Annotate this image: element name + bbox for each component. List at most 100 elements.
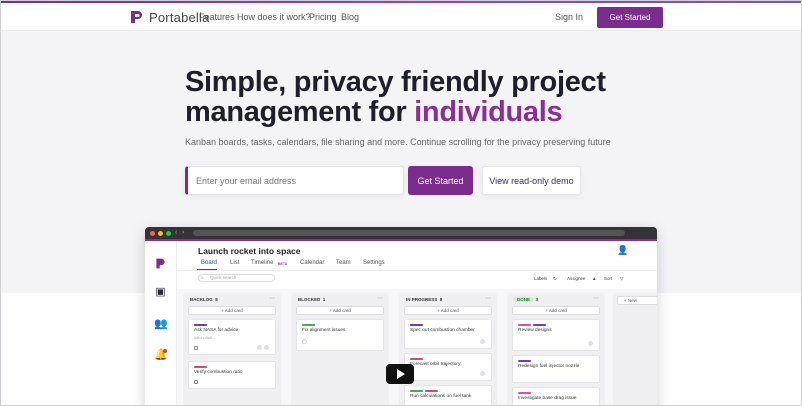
maximize-dot-icon (166, 231, 171, 236)
play-icon (397, 369, 405, 379)
avatar (587, 340, 594, 347)
tab-settings[interactable]: Settings (363, 260, 385, 266)
quick-search-input[interactable]: Quick search (198, 274, 275, 282)
column-header: IN PROGRESS 8 (406, 297, 443, 302)
hero-title-accent: individuals (414, 96, 563, 128)
card-title: Redesign fuel injector nozzle (518, 364, 580, 369)
filter-icon: ▽ (620, 276, 624, 281)
column-menu-icon[interactable]: ⋯ (269, 295, 275, 302)
tab-timeline[interactable]: Timeline (251, 260, 273, 266)
portabella-app-logo-icon (156, 258, 165, 269)
column-in-progress: IN PROGRESS 8 ⋯ + Add card Spec out comb… (399, 293, 497, 405)
column-done: DONE 3 ⋯ + Add card Review designs Redes… (507, 293, 605, 405)
avatar (256, 344, 263, 351)
card-title: Forecast orbit trajectory (410, 362, 461, 367)
add-card-button[interactable]: + Add card (404, 306, 492, 315)
brand-logo[interactable]: Portabella (129, 9, 210, 25)
browser-forward-icon: › (182, 229, 185, 236)
card-title: Ask NASA for advice (194, 328, 239, 333)
column-menu-icon[interactable]: ⋯ (485, 295, 491, 302)
comment-icon: ▢ (302, 339, 307, 345)
browser-chrome: ‹ › (145, 227, 657, 239)
tab-board[interactable]: Board (201, 260, 217, 266)
column-menu-icon[interactable]: ⋯ (377, 295, 383, 302)
card-label (194, 324, 207, 326)
column-backlog: BACKLOG 8 ⋯ + Add card Ask NASA for advi… (183, 293, 281, 405)
card-spec-combustion-chamber[interactable]: Spec out combustion chamber (404, 319, 492, 349)
new-column-button[interactable]: + New (617, 296, 657, 305)
nav-link-pricing[interactable]: Pricing (309, 12, 337, 22)
portabella-logo-icon (131, 11, 142, 23)
tab-list[interactable]: List (230, 260, 239, 266)
top-nav: Portabella Features How does it work? Pr… (1, 3, 801, 31)
column-blocked: BLOCKED 1 ⋯ + Add card Fix alignment iss… (291, 293, 389, 405)
notification-badge (163, 349, 167, 353)
card-label (518, 324, 531, 326)
project-title: Launch rocket into space (198, 246, 301, 256)
add-card-button[interactable]: + Add card (296, 306, 384, 315)
nav-link-features[interactable]: Features (199, 12, 235, 22)
card-label (302, 324, 315, 326)
card-fix-alignment[interactable]: Fix alignment issues ▢ (296, 319, 384, 351)
card-label (425, 390, 438, 392)
card-title: Spec out combustion chamber (410, 328, 475, 333)
avatar (479, 370, 486, 377)
email-input[interactable] (185, 166, 404, 195)
tab-team[interactable]: Team (336, 260, 351, 266)
app-sidebar: ▣ 👥 🔔 (145, 241, 177, 405)
board-icon: ▣ (155, 286, 166, 298)
card-verify-combustion[interactable]: Verify combustion ratio (188, 361, 276, 389)
assignee-icon: ▲ (592, 276, 597, 281)
card-title: Run calculations on fuel tank (410, 394, 472, 399)
card-redesign-nozzle[interactable]: Redesign fuel injector nozzle (512, 355, 600, 383)
hero-title-line1: Simple, privacy friendly project (185, 66, 606, 98)
card-label (518, 392, 531, 394)
card-title: Investigate base drag issue (518, 396, 577, 401)
tabs-divider (177, 270, 657, 271)
column-header: BACKLOG 8 (190, 297, 218, 302)
card-label (518, 360, 531, 362)
card-forecast-orbit[interactable]: Forecast orbit trajectory (404, 353, 492, 381)
card-run-calculations[interactable]: Run calculations on fuel tank (404, 385, 492, 405)
page: Portabella Features How does it work? Pr… (0, 0, 802, 406)
team-icon: 👥 (154, 318, 168, 330)
tab-calendar[interactable]: Calendar (300, 260, 324, 266)
sort-filter[interactable]: Sort (604, 276, 612, 281)
checkbox-icon (194, 346, 198, 350)
hero-get-started-button[interactable]: Get Started (408, 166, 473, 195)
hero-subtitle: Kanban boards, tasks, calendars, file sh… (185, 137, 611, 147)
app-accent-line (145, 239, 657, 241)
play-video-button[interactable] (386, 364, 414, 384)
nav-link-blog[interactable]: Blog (341, 12, 359, 22)
hero-title: Simple, privacy friendly project managem… (185, 67, 606, 127)
browser-back-icon: ‹ (175, 229, 178, 236)
card-title: Review designs (518, 328, 552, 333)
add-card-button[interactable]: + Add card (188, 306, 276, 315)
checkbox-icon (194, 380, 198, 384)
user-icon[interactable]: 👤 (617, 245, 628, 256)
view-demo-button[interactable]: View read-only demo (482, 166, 581, 195)
column-header: DONE 3 (514, 297, 538, 302)
card-ask-nasa[interactable]: Ask NASA for advice satchutlati... (188, 319, 276, 355)
avatar (479, 338, 486, 345)
sign-in-link[interactable]: Sign In (555, 12, 583, 22)
card-label (410, 390, 423, 392)
labels-filter[interactable]: Labels (534, 276, 547, 281)
card-title: Verify combustion ratio (194, 370, 243, 375)
nav-get-started-button[interactable]: Get Started (597, 7, 663, 28)
card-label (410, 324, 423, 326)
add-card-button[interactable]: + Add card (512, 306, 600, 315)
avatar (263, 344, 270, 351)
card-label (194, 366, 207, 368)
new-column-stub: + New (613, 293, 657, 405)
card-review-designs[interactable]: Review designs (512, 319, 600, 351)
column-menu-icon[interactable]: ⋯ (593, 295, 599, 302)
assignee-filter[interactable]: Assignee (567, 276, 586, 281)
card-investigate-drag[interactable]: Investigate base drag issue (512, 387, 600, 405)
nav-link-how-it-works[interactable]: How does it work? (237, 12, 311, 22)
card-subtitle: satchutlati... (194, 335, 216, 340)
browser-url-bar (193, 230, 625, 236)
card-label (410, 358, 423, 360)
labels-icon: ↻ (553, 276, 557, 281)
column-header: BLOCKED 1 (298, 297, 326, 302)
